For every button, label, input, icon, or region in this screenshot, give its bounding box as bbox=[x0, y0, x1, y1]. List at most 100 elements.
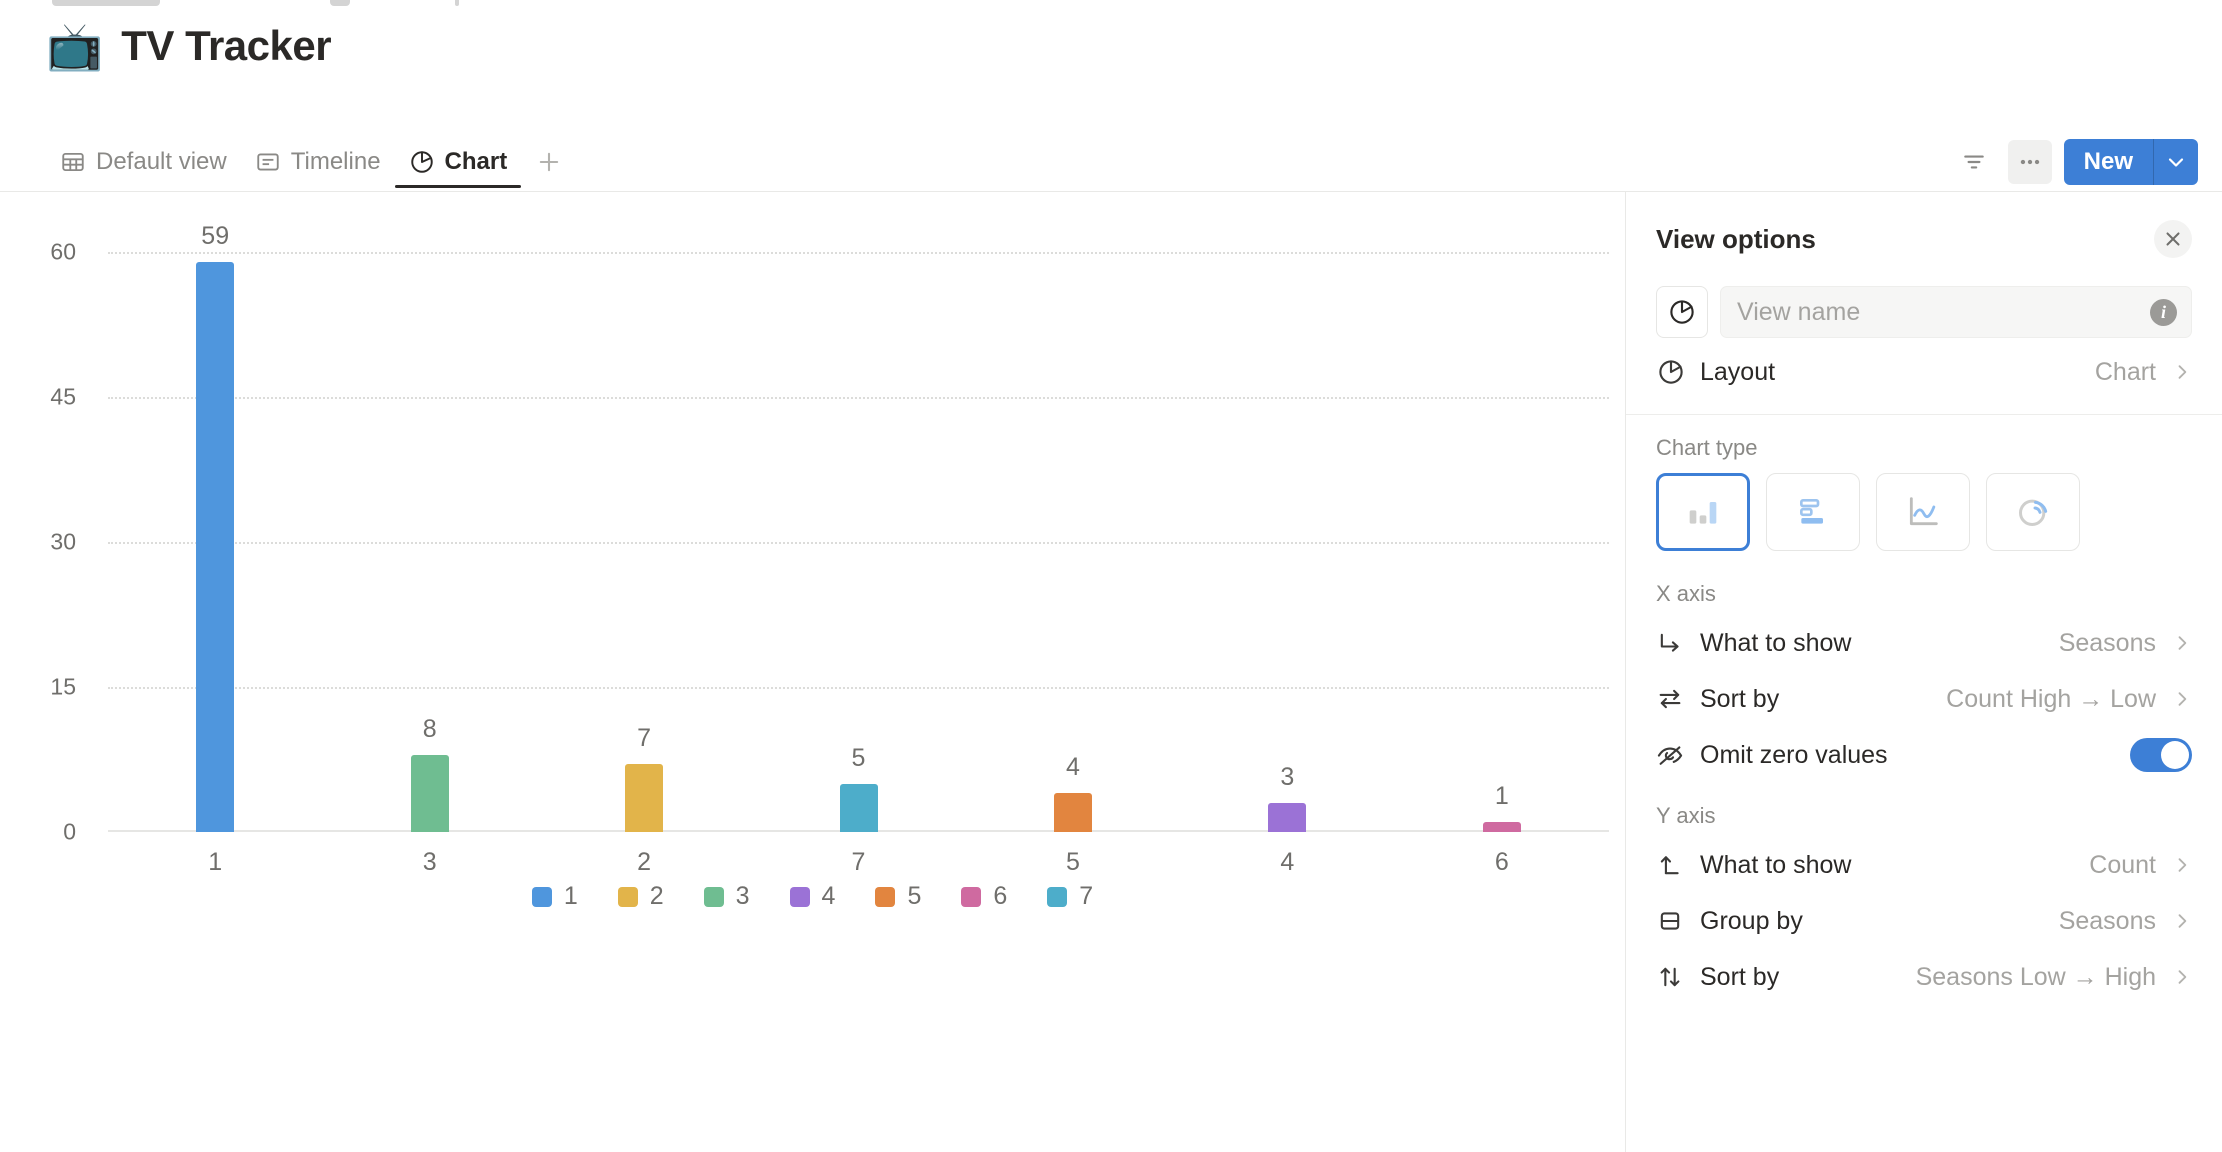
tab-default-view[interactable]: Default view bbox=[46, 136, 241, 188]
layout-label: Layout bbox=[1700, 357, 1776, 386]
tab-label: Chart bbox=[444, 148, 508, 175]
view-name-row: i bbox=[1626, 276, 2222, 344]
view-tabs: Default view Timeline Chart bbox=[0, 136, 577, 188]
chart-bar[interactable] bbox=[196, 261, 235, 832]
x-axis-tick-label: 1 bbox=[208, 848, 223, 876]
chart-bar[interactable] bbox=[625, 764, 664, 832]
swap-icon bbox=[1656, 685, 1700, 713]
x-sort-by-value: Count High → Low bbox=[1946, 684, 2156, 713]
legend-label: 7 bbox=[1079, 882, 1094, 910]
toolbar-right: New bbox=[1952, 139, 2222, 185]
add-view-button[interactable] bbox=[521, 148, 577, 176]
y-axis-tick-label: 30 bbox=[50, 528, 76, 555]
legend-item[interactable]: 4 bbox=[789, 882, 836, 911]
tab-label: Timeline bbox=[290, 148, 381, 175]
legend-item[interactable]: 7 bbox=[1047, 882, 1093, 911]
gridline bbox=[108, 252, 1609, 254]
x-axis-tick-label: 7 bbox=[851, 848, 866, 876]
tab-timeline[interactable]: Timeline bbox=[241, 136, 395, 188]
legend-label: 2 bbox=[649, 882, 664, 910]
chart-bar[interactable] bbox=[1482, 822, 1521, 832]
legend-label: 4 bbox=[821, 882, 836, 910]
chart-plot: 0 15 30 45 60 59 1 8 3 7 2 5 7 4 5 3 4 1 6 bbox=[50, 222, 1609, 876]
x-axis-tick-label: 2 bbox=[637, 848, 652, 876]
filter-icon[interactable] bbox=[1952, 140, 1996, 184]
eye-off-icon bbox=[1656, 741, 1700, 769]
legend-item[interactable]: 3 bbox=[703, 882, 750, 911]
y-what-to-show-row[interactable]: What to show Count bbox=[1626, 837, 2222, 893]
omit-zero-values-label: Omit zero values bbox=[1700, 740, 1888, 769]
chart-area: 0 15 30 45 60 59 1 8 3 7 2 5 7 4 5 3 4 1 6 1234567 bbox=[0, 192, 1625, 1152]
omit-zero-values-row[interactable]: Omit zero values bbox=[1626, 727, 2222, 783]
chart-bar[interactable] bbox=[839, 783, 878, 832]
toggle-knob bbox=[2161, 741, 2189, 769]
chart-type-buttons bbox=[1626, 469, 2222, 561]
legend-item[interactable]: 5 bbox=[875, 882, 921, 911]
x-sort-by-row[interactable]: Sort by Count High → Low bbox=[1626, 671, 2222, 727]
chevron-right-icon bbox=[2166, 967, 2192, 987]
bar-value-label: 4 bbox=[1065, 753, 1080, 782]
vertical-bar-chart-icon[interactable] bbox=[1656, 473, 1750, 551]
view-name-input[interactable] bbox=[1737, 297, 2150, 327]
omit-zero-values-toggle[interactable] bbox=[2130, 738, 2192, 772]
gridline bbox=[108, 542, 1609, 544]
y-sort-by-label: Sort by bbox=[1700, 962, 1780, 991]
chart-pie-icon bbox=[409, 149, 435, 175]
bar-value-label: 3 bbox=[1280, 763, 1295, 791]
legend-swatch bbox=[789, 886, 810, 907]
chevron-right-icon bbox=[2166, 911, 2192, 931]
top-ghost-element-1 bbox=[52, 0, 160, 6]
layout-row[interactable]: Layout Chart bbox=[1626, 344, 2222, 400]
y-sort-by-value: Seasons Low → High bbox=[1915, 962, 2156, 991]
bar-value-label: 7 bbox=[637, 724, 652, 753]
view-icon-picker-button[interactable] bbox=[1656, 286, 1708, 338]
horizontal-bar-chart-icon[interactable] bbox=[1766, 473, 1860, 551]
truncated-top-toolbar bbox=[0, 0, 2222, 14]
legend-swatch bbox=[1047, 886, 1068, 907]
more-horizontal-icon[interactable] bbox=[2007, 140, 2052, 184]
y-axis-tick-label: 60 bbox=[50, 238, 76, 265]
bar-value-label: 59 bbox=[201, 221, 230, 250]
legend-label: 6 bbox=[993, 882, 1008, 910]
y-sort-by-row[interactable]: Sort by Seasons Low → High bbox=[1626, 949, 2222, 1005]
timeline-icon bbox=[255, 149, 281, 175]
legend-item[interactable]: 2 bbox=[617, 882, 664, 911]
y-axis-tick-label: 15 bbox=[50, 673, 76, 700]
legend-item[interactable]: 1 bbox=[531, 882, 578, 911]
arrow-up-corner-icon bbox=[1656, 851, 1700, 879]
chevron-down-icon[interactable] bbox=[2154, 139, 2198, 185]
gridline bbox=[108, 687, 1609, 689]
bar-value-label: 5 bbox=[851, 743, 866, 772]
view-options-panel: View options i Layout Chart bbox=[1625, 192, 2222, 1152]
chevron-right-icon bbox=[2166, 633, 2192, 653]
page-title-row: 📺 TV Tracker bbox=[46, 20, 332, 72]
y-group-by-row[interactable]: Group by Seasons bbox=[1626, 893, 2222, 949]
view-name-field[interactable]: i bbox=[1720, 286, 2192, 338]
chart-bar[interactable] bbox=[1053, 793, 1092, 832]
donut-chart-icon[interactable] bbox=[1986, 473, 2080, 551]
tab-label: Default view bbox=[96, 148, 227, 175]
legend-label: 1 bbox=[563, 882, 578, 910]
tab-chart[interactable]: Chart bbox=[394, 136, 522, 188]
close-icon[interactable] bbox=[2154, 220, 2192, 258]
chart-legend: 1 2 3 4 5 6 7 bbox=[0, 882, 1625, 911]
y-what-to-show-value: Count bbox=[2089, 850, 2156, 879]
arrow-corner-icon bbox=[1656, 629, 1700, 657]
chart-bar[interactable] bbox=[1268, 803, 1307, 832]
x-what-to-show-row[interactable]: What to show Seasons bbox=[1626, 615, 2222, 671]
legend-label: 5 bbox=[907, 882, 922, 910]
info-icon[interactable]: i bbox=[2150, 298, 2177, 326]
view-tab-bar: Default view Timeline Chart New bbox=[0, 132, 2222, 192]
layout-value: Chart bbox=[2094, 357, 2156, 386]
y-group-by-label: Group by bbox=[1700, 906, 1803, 935]
bar-value-label: 1 bbox=[1494, 782, 1509, 811]
legend-swatch bbox=[961, 886, 982, 907]
tv-emoji-icon: 📺 bbox=[46, 20, 104, 72]
chevron-right-icon bbox=[2166, 855, 2192, 875]
table-icon bbox=[60, 149, 86, 175]
line-chart-icon[interactable] bbox=[1876, 473, 1970, 551]
chart-bar[interactable] bbox=[410, 754, 449, 832]
chevron-right-icon bbox=[2166, 362, 2192, 382]
new-button[interactable]: New bbox=[2063, 139, 2198, 185]
legend-item[interactable]: 6 bbox=[961, 882, 1007, 911]
